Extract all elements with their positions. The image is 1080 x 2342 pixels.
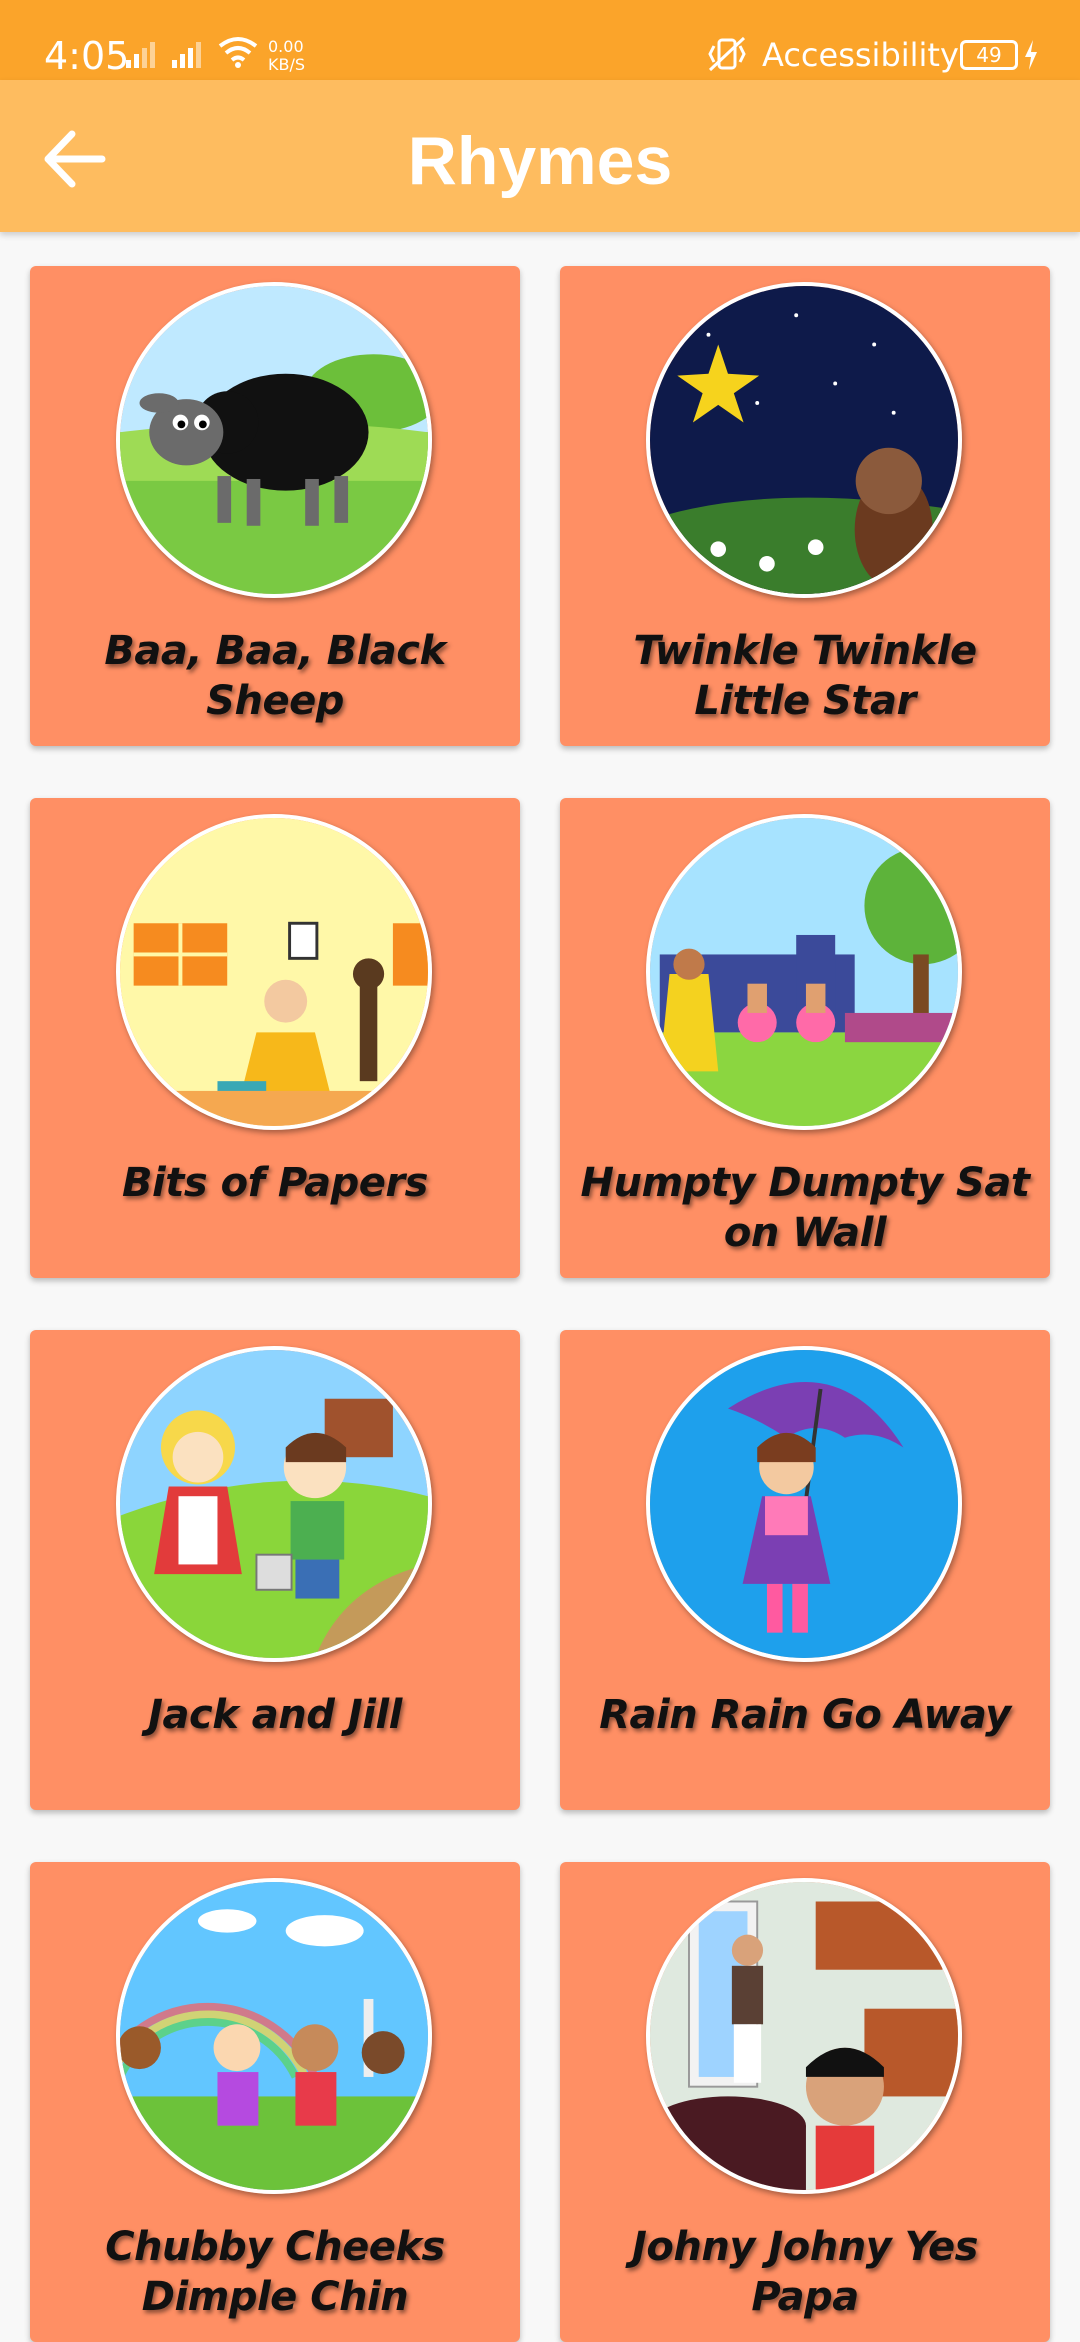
rhyme-card-title: Johny Johny Yes Papa	[632, 2224, 978, 2320]
night-star-image	[646, 282, 962, 598]
rhyme-card-title: Chubby Cheeks Dimple Chin	[105, 2224, 445, 2320]
girl-umbrella-image	[646, 1346, 962, 1662]
speed-value: 0.00	[268, 37, 304, 56]
black-sheep-image	[116, 282, 432, 598]
rhyme-card-baa-baa-black-sheep[interactable]: Baa, Baa, Black Sheep	[30, 266, 520, 746]
status-bar: 4:05 0.00 KB/S Accessibility 49	[0, 0, 1080, 80]
rhyme-card-title: Baa, Baa, Black Sheep	[104, 628, 446, 724]
rhyme-card-title: Rain Rain Go Away	[599, 1692, 1011, 1738]
cell-signal-icon	[126, 42, 155, 68]
speed-unit: KB/S	[268, 55, 306, 74]
jack-jill-hill-image	[116, 1346, 432, 1662]
rhyme-card-title: Bits of Papers	[122, 1160, 428, 1206]
accessibility-label: Accessibility	[762, 36, 959, 74]
rhyme-card-johny-johny-yes-papa[interactable]: Johny Johny Yes Papa	[560, 1862, 1050, 2342]
girl-cleaning-image	[116, 814, 432, 1130]
rhyme-card-title: Humpty Dumpty Sat on Wall	[580, 1160, 1030, 1256]
rhyme-card-jack-and-jill[interactable]: Jack and Jill	[30, 1330, 520, 1810]
johny-kitchen-image	[646, 1878, 962, 2194]
rhyme-card-title: Jack and Jill	[148, 1692, 402, 1738]
cell-signal-2-icon	[172, 42, 201, 68]
battery-indicator: 49	[960, 40, 1018, 70]
rhyme-card-bits-of-papers[interactable]: Bits of Papers	[30, 798, 520, 1278]
rhyme-card-chubby-cheeks[interactable]: Chubby Cheeks Dimple Chin	[30, 1862, 520, 2342]
vibrate-icon	[708, 36, 746, 72]
status-time: 4:05	[44, 34, 130, 78]
castle-soldiers-image	[646, 814, 962, 1130]
page-title: Rhymes	[407, 123, 673, 199]
app-bar: Rhymes	[0, 80, 1080, 232]
rhyme-card-rain-rain-go-away[interactable]: Rain Rain Go Away	[560, 1330, 1050, 1810]
wifi-icon	[218, 37, 258, 68]
rhyme-card-title: Twinkle Twinkle Little Star	[633, 628, 977, 724]
charging-icon	[1025, 40, 1037, 70]
rhyme-card-twinkle-twinkle-little-star[interactable]: Twinkle Twinkle Little Star	[560, 266, 1050, 746]
network-speed: 0.00 KB/S	[268, 38, 305, 74]
children-rainbow-image	[116, 1878, 432, 2194]
rhyme-card-humpty-dumpty[interactable]: Humpty Dumpty Sat on Wall	[560, 798, 1050, 1278]
